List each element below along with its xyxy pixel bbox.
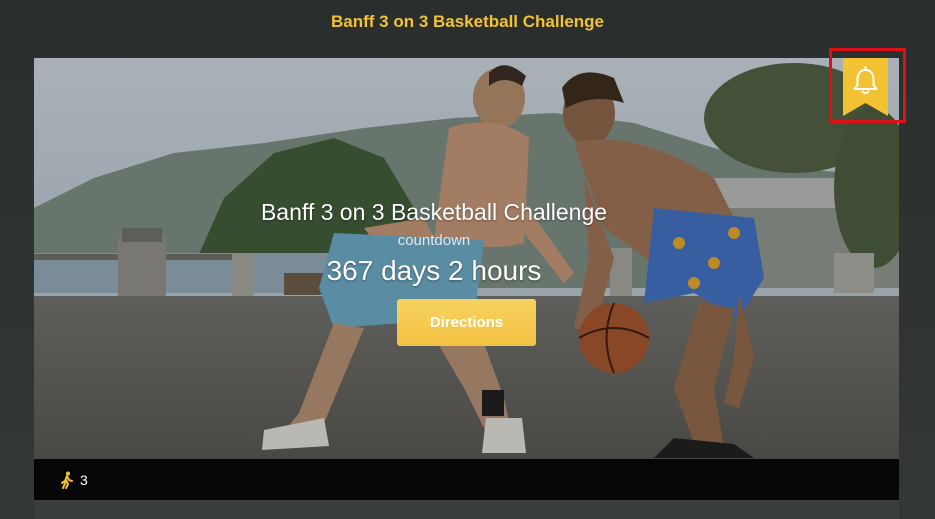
attendee-count: 3 [80, 471, 88, 488]
person-walking-icon [60, 471, 74, 489]
notification-bell-button[interactable] [843, 58, 888, 116]
event-footer-bar: 3 [34, 459, 899, 500]
countdown-label: countdown [397, 232, 471, 249]
event-hero-card: Banff 3 on 3 Basketball Challenge countd… [34, 58, 899, 459]
page-title: Banff 3 on 3 Basketball Challenge [330, 12, 604, 31]
next-card-edge [34, 500, 899, 519]
directions-button[interactable]: Directions [397, 299, 536, 346]
countdown-value: 367 days 2 hours [326, 255, 542, 286]
bell-ribbon-shape [843, 58, 888, 116]
event-title: Banff 3 on 3 Basketball Challenge [260, 199, 608, 225]
